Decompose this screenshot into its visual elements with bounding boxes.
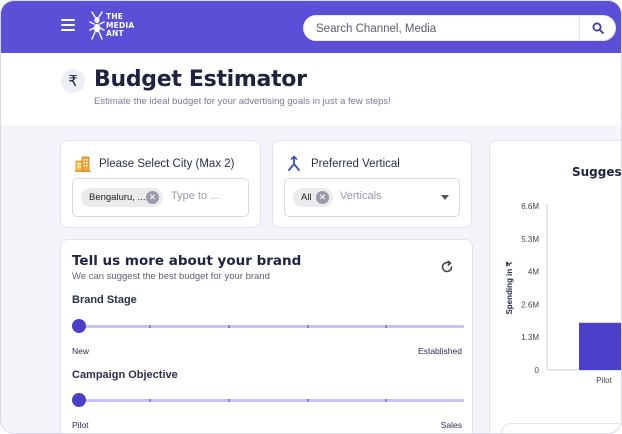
slider-tick: [228, 399, 230, 402]
campaign-objective-slider[interactable]: [72, 393, 464, 407]
vertical-select-field[interactable]: All ✕ Verticals: [284, 178, 460, 217]
slider-tick: [385, 399, 387, 402]
brand-stage-max-label: Established: [418, 346, 462, 356]
vertical-select-card: Preferred Vertical All ✕ Verticals: [272, 140, 472, 228]
brand-card-title: Tell us more about your brand: [72, 253, 302, 269]
vertical-chip-label: All: [301, 192, 312, 203]
slider-tick: [149, 399, 151, 402]
city-select-label: Please Select City (Max 2): [99, 158, 235, 170]
slider-track: [72, 325, 464, 328]
rupee-icon: ₹: [61, 69, 85, 93]
slider-tick: [307, 325, 309, 328]
city-search-placeholder[interactable]: Type to ...: [171, 190, 219, 202]
slider-tick: [228, 325, 230, 328]
vertical-placeholder: Verticals: [340, 190, 382, 202]
campaign-objective-min-label: Pilot: [72, 420, 89, 430]
brand-card-subtitle: We can suggest the best budget for your …: [72, 271, 270, 282]
city-chip-label: Bengaluru, ...: [89, 192, 146, 203]
search-bar: [303, 15, 616, 41]
remove-vertical-chip-icon[interactable]: ✕: [316, 191, 329, 204]
city-buildings-icon: [75, 156, 91, 172]
top-navbar: THE MEDIA ANT: [1, 1, 621, 53]
campaign-objective-max-label: Sales: [440, 420, 462, 430]
page-title: Budget Estimator: [94, 67, 307, 92]
brand-stage-label: Brand Stage: [72, 294, 137, 306]
campaign-objective-label: Campaign Objective: [72, 369, 178, 381]
dropdown-caret-icon[interactable]: [441, 195, 449, 200]
slider-thumb[interactable]: [72, 319, 86, 333]
x-tick-label: Pilot: [596, 376, 612, 385]
bar-pilot: [579, 322, 621, 370]
search-icon: [592, 22, 604, 34]
hamburger-menu-icon[interactable]: [61, 19, 75, 31]
remove-city-chip-icon[interactable]: ✕: [146, 191, 159, 204]
ant-logo-icon: [89, 11, 105, 40]
logo-line-3: ANT: [106, 29, 124, 38]
vertical-chip: All ✕: [293, 188, 333, 207]
city-select-field[interactable]: Bengaluru, ... ✕ Type to ...: [72, 178, 249, 217]
brand-stage-min-label: New: [72, 346, 90, 356]
brand-details-card: Tell us more about your brand We can sug…: [60, 239, 473, 433]
y-tick-label: 0: [535, 366, 540, 375]
city-select-card: Please Select City (Max 2) Bengaluru, ..…: [60, 140, 261, 228]
slider-tick: [385, 325, 387, 328]
y-tick-label: 1.3M: [521, 333, 539, 342]
slider-thumb[interactable]: [72, 393, 86, 407]
reset-icon[interactable]: [439, 259, 455, 275]
search-button[interactable]: [579, 16, 615, 40]
brand-stage-slider[interactable]: [72, 319, 464, 333]
y-tick-label: 6.6M: [521, 202, 539, 211]
suggested-budget-chart-card: Suggeste 01.3M2.6M4M5.3M6.6MSpending in …: [489, 140, 621, 433]
y-axis-label: Spending in ₹: [505, 261, 514, 314]
y-tick-label: 2.6M: [521, 300, 539, 309]
search-input[interactable]: [316, 20, 576, 38]
slider-tick: [149, 325, 151, 328]
page-subtitle: Estimate the ideal budget for your adver…: [94, 96, 391, 107]
y-tick-label: 5.3M: [521, 235, 539, 244]
city-chip: Bengaluru, ... ✕: [81, 188, 163, 207]
vertical-select-label: Preferred Vertical: [311, 158, 400, 170]
chart-footer-control[interactable]: [501, 423, 621, 433]
logo-text: THE MEDIA ANT: [106, 12, 134, 39]
brand-logo[interactable]: THE MEDIA ANT: [89, 11, 149, 43]
slider-track: [72, 399, 464, 402]
budget-bar-chart: 0 1.3M 2.6M 4M 5.3M 6.6M Spending in ₹ Pilot: [505, 202, 621, 385]
slider-tick: [307, 399, 309, 402]
merge-arrows-icon: [288, 155, 300, 171]
app-window: THE MEDIA ANT ₹ Budget Estimator Estimat…: [0, 0, 622, 434]
y-tick-label: 4M: [528, 268, 539, 277]
